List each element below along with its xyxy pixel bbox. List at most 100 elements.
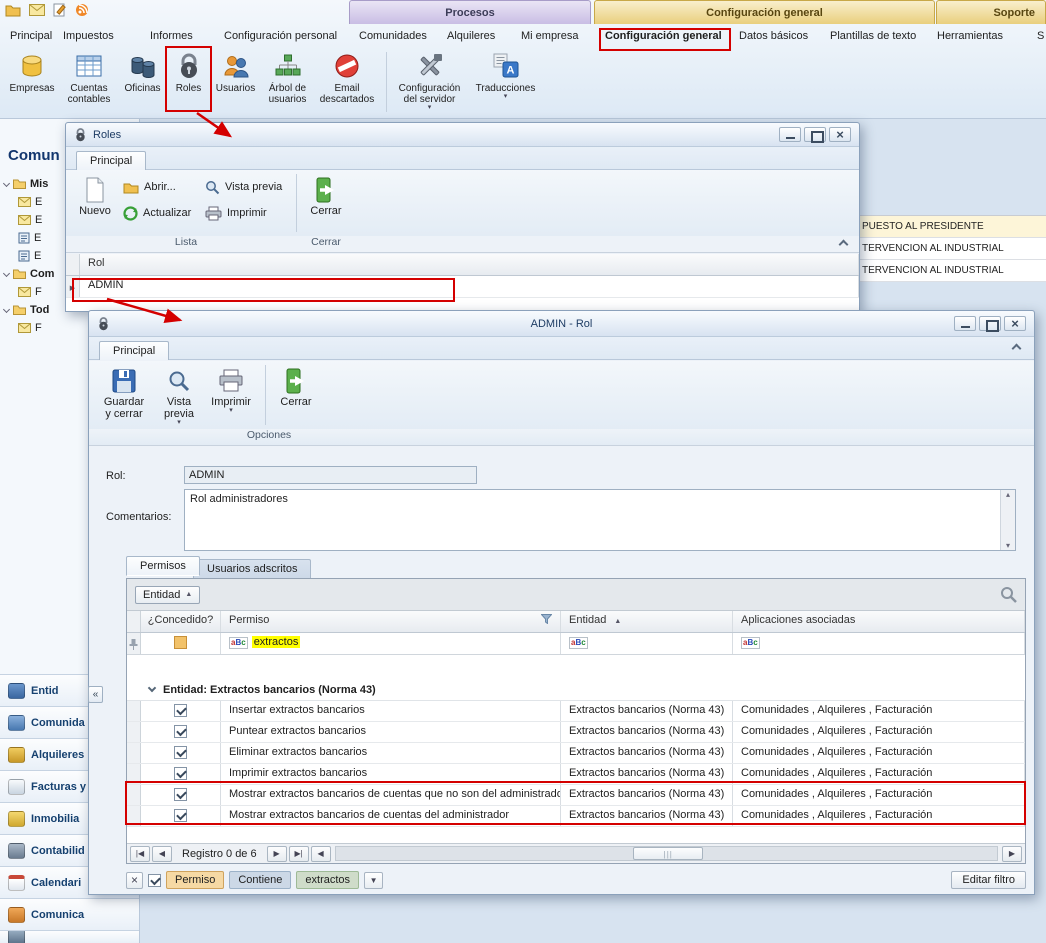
filter-operator-chip[interactable]: Contiene (229, 871, 291, 889)
app-icon[interactable] (5, 3, 21, 20)
collapse-pane-button[interactable]: « (88, 686, 103, 703)
tree-item-folder[interactable]: Mis (0, 175, 48, 192)
tree-item[interactable]: E (0, 211, 42, 228)
ribbon-tab-configuracion-personal[interactable]: Configuración personal (224, 30, 337, 42)
tree-item-folder[interactable]: Com (0, 265, 54, 282)
close-button[interactable] (1004, 316, 1026, 331)
scroll-left-button[interactable] (311, 846, 331, 862)
ribbon-tab-principal[interactable]: Principal (10, 30, 52, 42)
entidad-cell[interactable]: Extractos bancarios (Norma 43) (561, 764, 733, 784)
vista-previa-button[interactable]: Vista previa (202, 176, 285, 198)
tree-item[interactable]: F (0, 319, 42, 336)
collapse-group-icon[interactable] (148, 684, 156, 692)
group-by-chip-entidad[interactable]: Entidad (135, 586, 200, 604)
entidad-cell[interactable]: Extractos bancarios (Norma 43) (561, 785, 733, 805)
column-header-entidad[interactable]: Entidad (561, 611, 733, 632)
concedido-checkbox[interactable] (174, 809, 187, 822)
background-grid-row[interactable]: TERVENCION AL INDUSTRIAL (860, 260, 1046, 282)
aplicaciones-cell[interactable]: Comunidades , Alquileres , Facturación (733, 701, 1025, 721)
imprimir-button[interactable]: Imprimir (207, 364, 255, 416)
next-record-button[interactable] (267, 846, 287, 862)
grid-row[interactable]: Mostrar extractos bancarios de cuentas d… (127, 806, 1025, 827)
roles-button[interactable]: Roles (167, 49, 210, 94)
empresas-button[interactable]: Empresas (6, 49, 58, 94)
tree-item[interactable]: E (0, 247, 41, 264)
aplicaciones-cell[interactable]: Comunidades , Alquileres , Facturación (733, 806, 1025, 826)
cerrar-button[interactable]: Cerrar (304, 173, 348, 219)
imprimir-button[interactable]: Imprimir (202, 202, 285, 224)
group-row[interactable]: Entidad: Extractos bancarios (Norma 43) (127, 679, 1025, 701)
concedido-checkbox[interactable] (174, 725, 187, 738)
grid-row[interactable]: Mostrar extractos bancarios de cuentas q… (127, 785, 1025, 806)
filter-icon[interactable] (541, 614, 552, 624)
tab-usuarios-adscritos[interactable]: Usuarios adscritos (193, 559, 311, 578)
column-header-rol[interactable]: Rol (80, 254, 859, 275)
email-descartados-button[interactable]: Email descartados (315, 49, 379, 105)
editar-filtro-button[interactable]: Editar filtro (951, 871, 1026, 889)
mail-icon[interactable] (29, 4, 45, 19)
tab-principal[interactable]: Principal (99, 341, 169, 360)
entidad-cell[interactable]: Extractos bancarios (Norma 43) (561, 806, 733, 826)
background-grid-row[interactable]: TERVENCION AL INDUSTRIAL (860, 238, 1046, 260)
collapse-ribbon-icon[interactable] (839, 240, 849, 250)
permiso-cell[interactable]: Insertar extractos bancarios (221, 701, 561, 721)
filter-cell-aplicaciones[interactable] (733, 633, 1025, 654)
scrollbar[interactable] (1000, 490, 1015, 550)
ribbon-tab-herramientas[interactable]: Herramientas (937, 30, 1003, 42)
horizontal-scrollbar[interactable] (335, 846, 998, 861)
scrollbar-thumb[interactable] (633, 847, 703, 860)
filter-checkbox[interactable] (174, 636, 187, 649)
filter-cell-concedido[interactable] (141, 633, 221, 654)
grid-row[interactable]: Eliminar extractos bancarios Extractos b… (127, 743, 1025, 764)
filter-dropdown-button[interactable]: ▼ (364, 872, 383, 889)
search-icon[interactable] (1000, 586, 1017, 603)
usuarios-button[interactable]: Usuarios (211, 49, 260, 94)
filter-enabled-checkbox[interactable] (148, 874, 161, 887)
tab-principal[interactable]: Principal (76, 151, 146, 170)
first-record-button[interactable] (130, 846, 150, 862)
tree-item-folder[interactable]: Tod (0, 301, 49, 318)
expand-icon[interactable] (3, 270, 10, 277)
concedido-checkbox[interactable] (174, 746, 187, 759)
aplicaciones-cell[interactable]: Comunidades , Alquileres , Facturación (733, 743, 1025, 763)
feed-icon[interactable] (75, 3, 89, 20)
ribbon-tab-soporte[interactable]: S (1037, 30, 1044, 42)
rol-cell[interactable]: ADMIN (80, 276, 859, 297)
permiso-cell[interactable]: Mostrar extractos bancarios de cuentas q… (221, 785, 561, 805)
tree-item[interactable]: F (0, 283, 42, 300)
sidebar-item-partial[interactable] (0, 930, 139, 943)
oficinas-button[interactable]: Oficinas (119, 49, 166, 94)
nuevo-button[interactable]: Nuevo (74, 173, 116, 219)
grid-row[interactable]: Insertar extractos bancarios Extractos b… (127, 701, 1025, 722)
maximize-button[interactable] (979, 316, 1001, 331)
minimize-button[interactable] (954, 316, 976, 331)
filter-text[interactable]: extractos (252, 636, 301, 648)
close-button[interactable] (829, 127, 851, 142)
arbol-de-usuarios-button[interactable]: Árbol de usuarios (261, 49, 314, 105)
entidad-cell[interactable]: Extractos bancarios (Norma 43) (561, 701, 733, 721)
permiso-cell[interactable]: Eliminar extractos bancarios (221, 743, 561, 763)
column-header-concedido[interactable]: ¿Concedido? (141, 611, 221, 632)
ribbon-tab-comunidades[interactable]: Comunidades (359, 30, 427, 42)
background-grid-row[interactable]: PUESTO AL PRESIDENTE (860, 216, 1046, 238)
minimize-button[interactable] (779, 127, 801, 142)
grid-row[interactable]: Puntear extractos bancarios Extractos ba… (127, 722, 1025, 743)
scroll-right-button[interactable] (1002, 846, 1022, 862)
tree-item[interactable]: E (0, 229, 41, 246)
rol-input[interactable]: ADMIN (184, 466, 477, 484)
actualizar-button[interactable]: Actualizar (120, 202, 194, 224)
cerrar-button[interactable]: Cerrar (273, 364, 319, 410)
ribbon-tab-mi-empresa[interactable]: Mi empresa (521, 30, 578, 42)
comentarios-input[interactable]: Rol administradores (184, 489, 1016, 551)
cuentas-contables-button[interactable]: Cuentas contables (60, 49, 118, 105)
last-record-button[interactable] (289, 846, 309, 862)
admin-titlebar[interactable]: ADMIN - Rol (89, 311, 1034, 337)
aplicaciones-cell[interactable]: Comunidades , Alquileres , Facturación (733, 785, 1025, 805)
entidad-cell[interactable]: Extractos bancarios (Norma 43) (561, 743, 733, 763)
tree-item[interactable]: E (0, 193, 42, 210)
guardar-y-cerrar-button[interactable]: Guardar y cerrar (99, 364, 149, 422)
concedido-checkbox[interactable] (174, 704, 187, 717)
remove-filter-button[interactable]: × (126, 872, 143, 889)
concedido-checkbox[interactable] (174, 788, 187, 801)
aplicaciones-cell[interactable]: Comunidades , Alquileres , Facturación (733, 764, 1025, 784)
